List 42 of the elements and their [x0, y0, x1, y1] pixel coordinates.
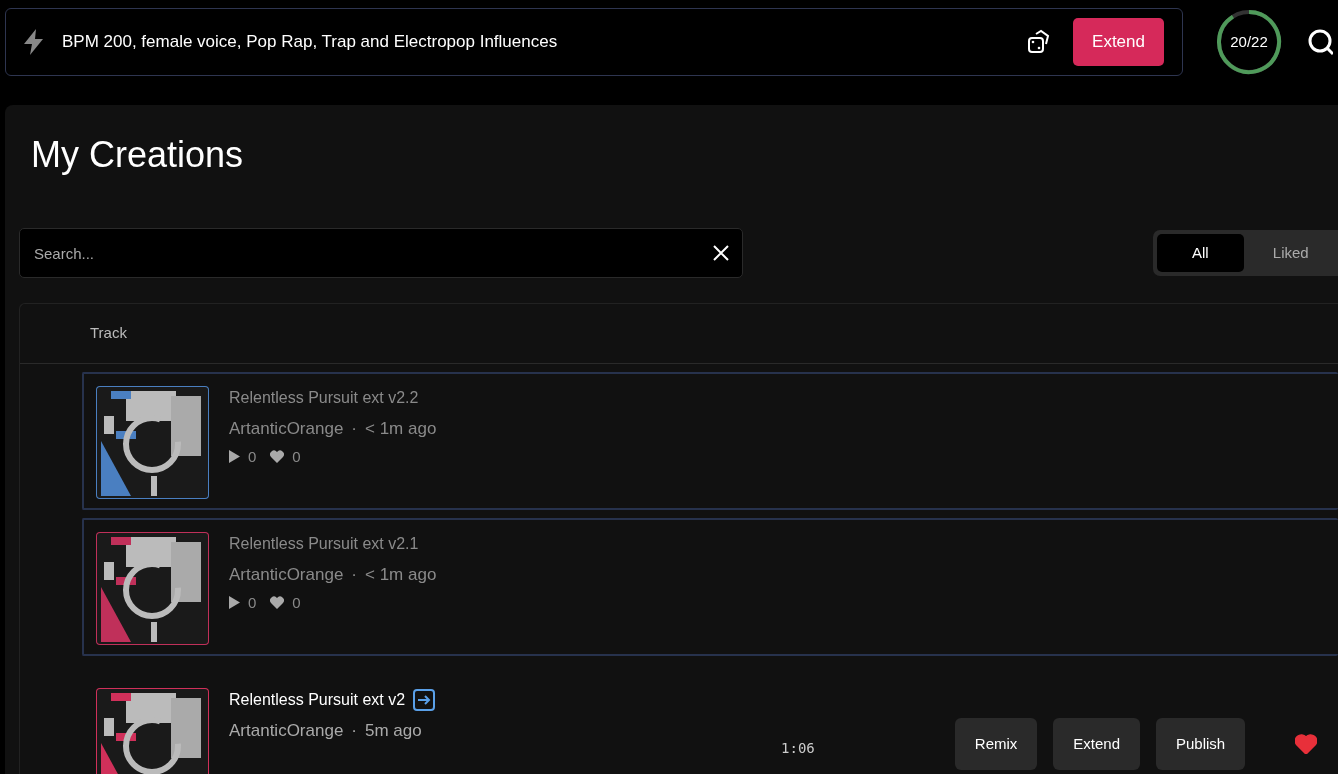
time-ago: < 1m ago — [365, 418, 437, 441]
play-count: 0 — [248, 592, 257, 613]
arrow-into-box-icon[interactable] — [413, 689, 436, 712]
play-icon — [229, 450, 240, 464]
track-row[interactable]: Relentless Pursuit ext v2.2 ArtanticOrange · < 1m ago 0 0 — [82, 372, 1338, 511]
play-count: 0 — [248, 446, 257, 467]
track-duration: 1:06 — [781, 739, 815, 759]
separator-dot: · — [351, 418, 357, 441]
author-name[interactable]: ArtanticOrange — [229, 718, 344, 744]
extend-button[interactable]: Extend — [1053, 718, 1140, 771]
filter-tab[interactable]: Liked — [1247, 234, 1334, 273]
separator-dot: · — [351, 564, 357, 587]
track-row[interactable]: Relentless Pursuit ext v2 ArtanticOrange · 5m ago 1:06 Remix Extend Publish — [82, 674, 1338, 774]
heart-icon — [270, 450, 285, 464]
search-field[interactable]: Search... — [19, 228, 743, 279]
separator-dot: · — [351, 720, 357, 743]
prompt-field[interactable]: BPM 200, female voice, Pop Rap, Trap and Electropop Influences Extend — [5, 8, 1183, 76]
remix-button[interactable]: Remix — [954, 718, 1038, 771]
like-count: 0 — [292, 592, 301, 613]
close-icon[interactable] — [713, 245, 729, 262]
like-count: 0 — [292, 446, 301, 467]
heart-icon — [270, 596, 285, 610]
lightning-icon — [24, 29, 44, 55]
prompt-input[interactable]: BPM 200, female voice, Pop Rap, Trap and Electropop Influences — [60, 28, 1012, 56]
author-name[interactable]: ArtanticOrange — [229, 562, 344, 588]
extend-button[interactable]: Extend — [1073, 18, 1164, 66]
author-name[interactable]: ArtanticOrange — [229, 416, 344, 442]
column-header: Track — [90, 323, 127, 344]
track-title[interactable]: Relentless Pursuit ext v2 — [229, 688, 406, 713]
credits-count: 20/22 — [1230, 31, 1268, 52]
dice-icon[interactable] — [1027, 29, 1052, 55]
publish-button[interactable]: Publish — [1156, 718, 1246, 771]
time-ago: 5m ago — [365, 720, 422, 743]
track-row[interactable]: Relentless Pursuit ext v2.1 ArtanticOrange · < 1m ago 0 0 — [82, 518, 1338, 657]
track-title[interactable]: Relentless Pursuit ext v2.2 — [229, 386, 419, 411]
page-title: My Creations — [31, 133, 245, 177]
time-ago: < 1m ago — [365, 564, 437, 587]
track-title[interactable]: Relentless Pursuit ext v2.1 — [229, 532, 419, 557]
like-heart-icon[interactable] — [1295, 734, 1318, 755]
filter-tab[interactable]: All — [1157, 234, 1244, 273]
search-icon[interactable] — [1307, 28, 1333, 58]
play-icon — [229, 596, 240, 610]
